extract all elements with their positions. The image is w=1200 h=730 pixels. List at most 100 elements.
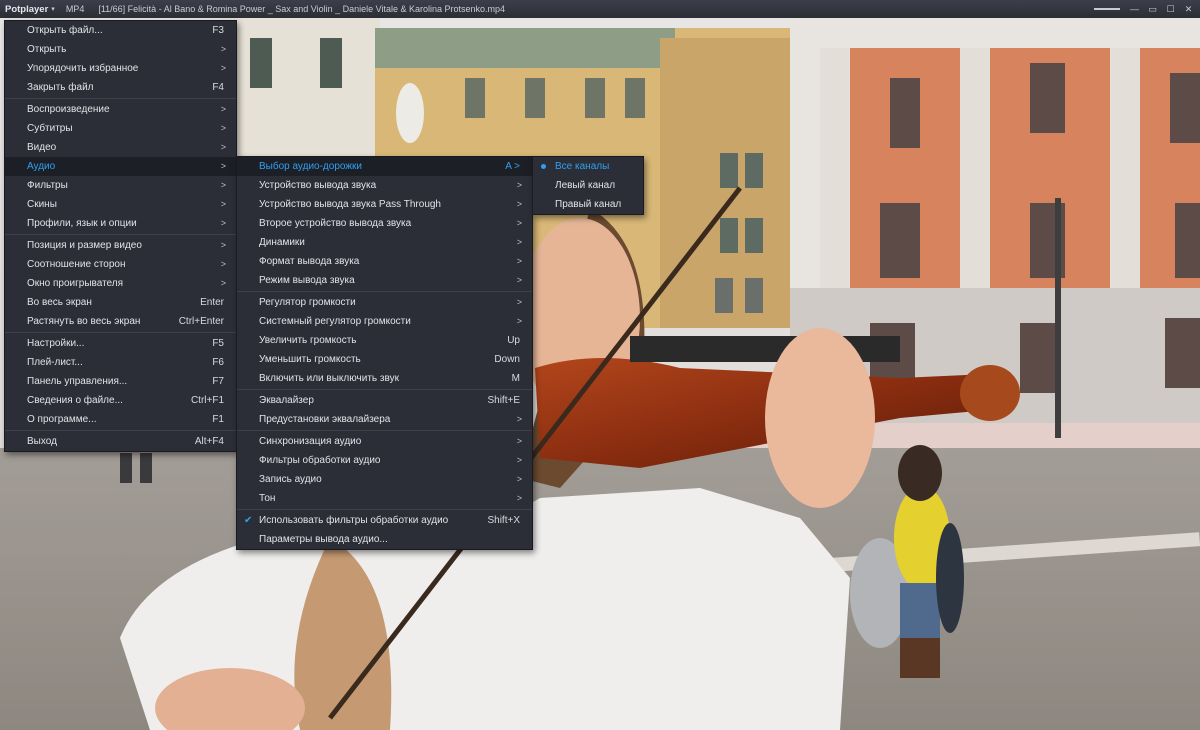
menu-item-label: Второе устройство вывода звука [259,218,412,229]
menu-item-label: Профили, язык и опции [27,218,137,229]
chevron-down-icon[interactable]: ▾ [51,5,55,13]
audio-menu-item[interactable]: Формат вывода звука > [237,252,532,271]
audio-menu-item[interactable]: Уменьшить громкость Down [237,350,532,369]
menu-item-label: Во весь экран [27,297,92,308]
audio-menu-item[interactable]: Устройство вывода звука Pass Through > [237,195,532,214]
main-menu-item[interactable]: Во весь экран Enter [5,293,236,312]
checkmark-icon: ✔ [244,515,253,526]
main-menu-item[interactable]: Субтитры > [5,119,236,138]
menu-separator [237,509,532,510]
main-menu-item[interactable]: Настройки... F5 [5,334,236,353]
shortcut-label: Ctrl+F1 [190,395,224,406]
audio-menu-item[interactable]: Синхронизация аудио > [237,432,532,451]
menu-item-label: Режим вывода звука [259,275,355,286]
audio-menu-item[interactable]: Динамики > [237,233,532,252]
track-menu-item[interactable]: Правый канал [533,195,643,214]
audio-menu-item[interactable]: Устройство вывода звука > [237,176,532,195]
submenu-arrow-icon: > [516,218,522,228]
menu-item-label: Тон [259,493,276,504]
menu-item-label: Фильтры [27,180,68,191]
submenu-arrow-icon: > [516,180,522,190]
main-menu-item[interactable]: Видео > [5,138,236,157]
menu-item-label: Регулятор громкости [259,297,356,308]
submenu-arrow-icon: > [220,240,226,250]
submenu-arrow-icon: > [516,414,522,424]
main-menu-item[interactable]: Позиция и размер видео > [5,236,236,255]
audio-menu-item[interactable]: Предустановки эквалайзера > [237,410,532,429]
main-menu-item[interactable]: Открыть > [5,40,236,59]
shortcut-label: M [511,373,520,384]
menu-item-label: Фильтры обработки аудио [259,455,381,466]
main-menu-item[interactable]: Воспроизведение > [5,100,236,119]
audio-menu-item[interactable]: Запись аудио > [237,470,532,489]
audio-menu-item[interactable]: Тон > [237,489,532,508]
main-menu-item[interactable]: Скины > [5,195,236,214]
main-menu-item[interactable]: Сведения о файле... Ctrl+F1 [5,391,236,410]
audio-menu-item[interactable]: Фильтры обработки аудио > [237,451,532,470]
track-menu-item[interactable]: Левый канал [533,176,643,195]
menu-item-label: Динамики [259,237,305,248]
shortcut-label: Up [507,335,520,346]
menu-separator [5,98,236,99]
app-menu-button[interactable]: Potplayer [5,4,48,15]
close-icon[interactable]: ✕ [1183,4,1194,15]
audio-menu-item[interactable]: Второе устройство вывода звука > [237,214,532,233]
track-menu-item[interactable]: Все каналы [533,157,643,176]
main-menu-item[interactable]: Профили, язык и опции > [5,214,236,233]
shortcut-label: F6 [212,357,224,368]
audio-menu-item[interactable]: Системный регулятор громкости > [237,312,532,331]
main-menu-item[interactable]: Упорядочить избранное > [5,59,236,78]
menu-item-label: Видео [27,142,57,153]
main-menu-item[interactable]: Закрыть файл F4 [5,78,236,97]
menu-item-label: Предустановки эквалайзера [259,414,391,425]
menu-item-label: Устройство вывода звука Pass Through [259,199,441,210]
menu-item-label: Настройки... [27,338,85,349]
volume-line-icon[interactable] [1094,8,1120,10]
menu-item-label: Системный регулятор громкости [259,316,411,327]
menu-item-label: Скины [27,199,57,210]
main-menu-item[interactable]: Соотношение сторон > [5,255,236,274]
submenu-arrow-icon: > [516,316,522,326]
submenu-arrow-icon: > [516,275,522,285]
window-controls: — ▭ ☐ ✕ [1094,0,1194,18]
audio-menu-item[interactable]: Выбор аудио-дорожки A > [237,157,532,176]
shortcut-label: Shift+X [487,515,520,526]
main-menu-item[interactable]: Фильтры > [5,176,236,195]
shortcut-label: Enter [200,297,224,308]
menu-item-label: Включить или выключить звук [259,373,399,384]
main-menu-item[interactable]: Плей-лист... F6 [5,353,236,372]
maximize-icon[interactable]: ☐ [1165,4,1176,15]
menu-item-label: Правый канал [555,199,622,210]
main-menu-item[interactable]: Растянуть во весь экран Ctrl+Enter [5,312,236,331]
restore-icon[interactable]: ▭ [1147,4,1158,15]
audio-menu-item[interactable]: Эквалайзер Shift+E [237,391,532,410]
audio-menu-item[interactable]: Включить или выключить звук M [237,369,532,388]
main-menu-item[interactable]: Окно проигрывателя > [5,274,236,293]
submenu-arrow-icon: > [220,259,226,269]
submenu-arrow-icon: > [220,104,226,114]
menu-item-label: Открыть файл... [27,25,103,36]
audio-menu-item[interactable]: ✔ Использовать фильтры обработки аудио Shi… [237,511,532,530]
main-menu-item[interactable]: Открыть файл... F3 [5,21,236,40]
submenu-arrow-icon: > [516,256,522,266]
menu-item-label: Субтитры [27,123,73,134]
submenu-arrow-icon: > [220,44,226,54]
main-context-menu: Открыть файл... F3 Открыть > Упорядочить изб… [4,20,237,452]
menu-item-label: Открыть [27,44,67,55]
menu-separator [237,291,532,292]
submenu-arrow-icon: > [220,123,226,133]
audio-menu-item[interactable]: Увеличить громкость Up [237,331,532,350]
main-menu-item[interactable]: Аудио > [5,157,236,176]
main-menu-item[interactable]: Панель управления... F7 [5,372,236,391]
audio-menu-item[interactable]: Параметры вывода аудио... [237,530,532,549]
main-menu-item[interactable]: О программе... F1 [5,410,236,429]
menu-item-label: О программе... [27,414,97,425]
format-label: MP4 [65,4,85,14]
menu-item-label: Соотношение сторон [27,259,126,270]
menu-separator [5,430,236,431]
main-menu-item[interactable]: Выход Alt+F4 [5,432,236,451]
minimize-icon[interactable]: — [1129,4,1140,14]
audio-menu-item[interactable]: Регулятор громкости > [237,293,532,312]
audio-menu-item[interactable]: Режим вывода звука > [237,271,532,290]
shortcut-label: F3 [212,25,224,36]
